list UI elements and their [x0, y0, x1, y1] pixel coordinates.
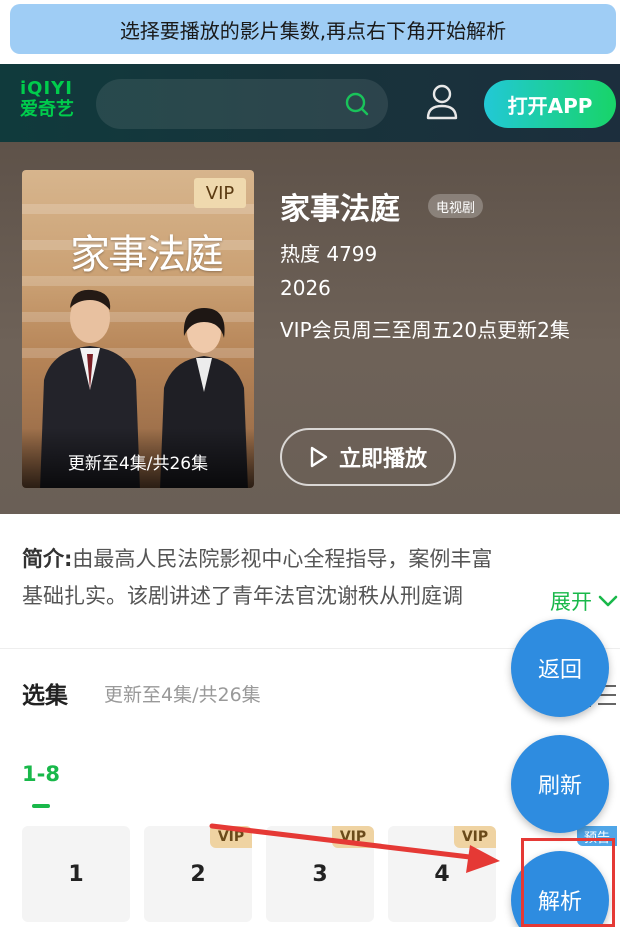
search-input[interactable]	[96, 79, 388, 129]
show-poster[interactable]: 家事法庭 VIP 更新至4集/共26集	[22, 170, 254, 488]
episode-card[interactable]: 1	[22, 826, 130, 922]
play-now-label: 立即播放	[338, 447, 427, 472]
user-icon[interactable]	[424, 82, 460, 122]
annotation-highlight-box	[521, 838, 615, 927]
vip-badge: VIP	[332, 826, 374, 848]
poster-vip-badge: VIP	[194, 178, 246, 208]
logo-text-latin: iQIYI	[20, 78, 73, 99]
top-header: iQIYI 爱奇艺 打开APP	[0, 64, 620, 142]
heat-value: 热度 4799	[280, 242, 378, 266]
chevron-down-icon	[598, 595, 618, 607]
show-hero: 家事法庭 VIP 更新至4集/共26集 家事法庭 电视剧 热度 4799 202…	[0, 142, 620, 514]
intro-text-2: 基础扎实。该剧讲述了青年法官沈谢秩从刑庭调	[22, 584, 463, 608]
play-now-button[interactable]: 立即播放	[280, 428, 456, 486]
intro-text-1: 由最高人民法院影视中心全程指导，案例丰富	[72, 547, 493, 571]
episode-card[interactable]: 4 VIP	[388, 826, 496, 922]
episode-number: 1	[68, 861, 84, 887]
app-screen: 选择要播放的影片集数,再点右下角开始解析 iQIYI 爱奇艺 打开APP 家事法…	[0, 0, 620, 927]
vip-badge: VIP	[454, 826, 496, 848]
show-title: 家事法庭	[280, 192, 400, 227]
episode-number: 3	[312, 861, 328, 887]
active-tab-indicator	[32, 804, 50, 808]
episode-number: 4	[434, 861, 450, 887]
play-icon	[310, 446, 328, 468]
release-year: 2026	[280, 276, 331, 300]
episode-range-tab[interactable]: 1-8	[22, 762, 60, 786]
search-icon[interactable]	[344, 91, 370, 117]
intro-line-1: 简介:由最高人民法院影视中心全程指导，案例丰富	[22, 538, 602, 580]
poster-title: 家事法庭	[70, 232, 224, 278]
type-badge: 电视剧	[428, 194, 484, 218]
open-app-button[interactable]: 打开APP	[484, 80, 616, 128]
iqiyi-logo[interactable]: iQIYI 爱奇艺	[20, 80, 80, 128]
hint-banner: 选择要播放的影片集数,再点右下角开始解析	[10, 4, 616, 54]
refresh-button[interactable]: 刷新	[511, 735, 609, 833]
episode-number: 2	[190, 861, 206, 887]
episode-card[interactable]: 3 VIP	[266, 826, 374, 922]
episodes-heading: 选集	[22, 683, 68, 709]
poster-episode-caption: 更新至4集/共26集	[22, 428, 254, 488]
vip-badge: VIP	[210, 826, 252, 848]
expand-intro-button[interactable]: 展开	[512, 580, 620, 622]
intro-label: 简介:	[22, 547, 73, 571]
episodes-update-status: 更新至4集/共26集	[104, 684, 261, 706]
episode-card[interactable]: 2 VIP	[144, 826, 252, 922]
expand-label: 展开	[550, 590, 592, 614]
logo-text-chinese: 爱奇艺	[20, 99, 74, 120]
update-schedule: VIP会员周三至周五20点更新2集	[280, 318, 570, 342]
back-button[interactable]: 返回	[511, 619, 609, 717]
